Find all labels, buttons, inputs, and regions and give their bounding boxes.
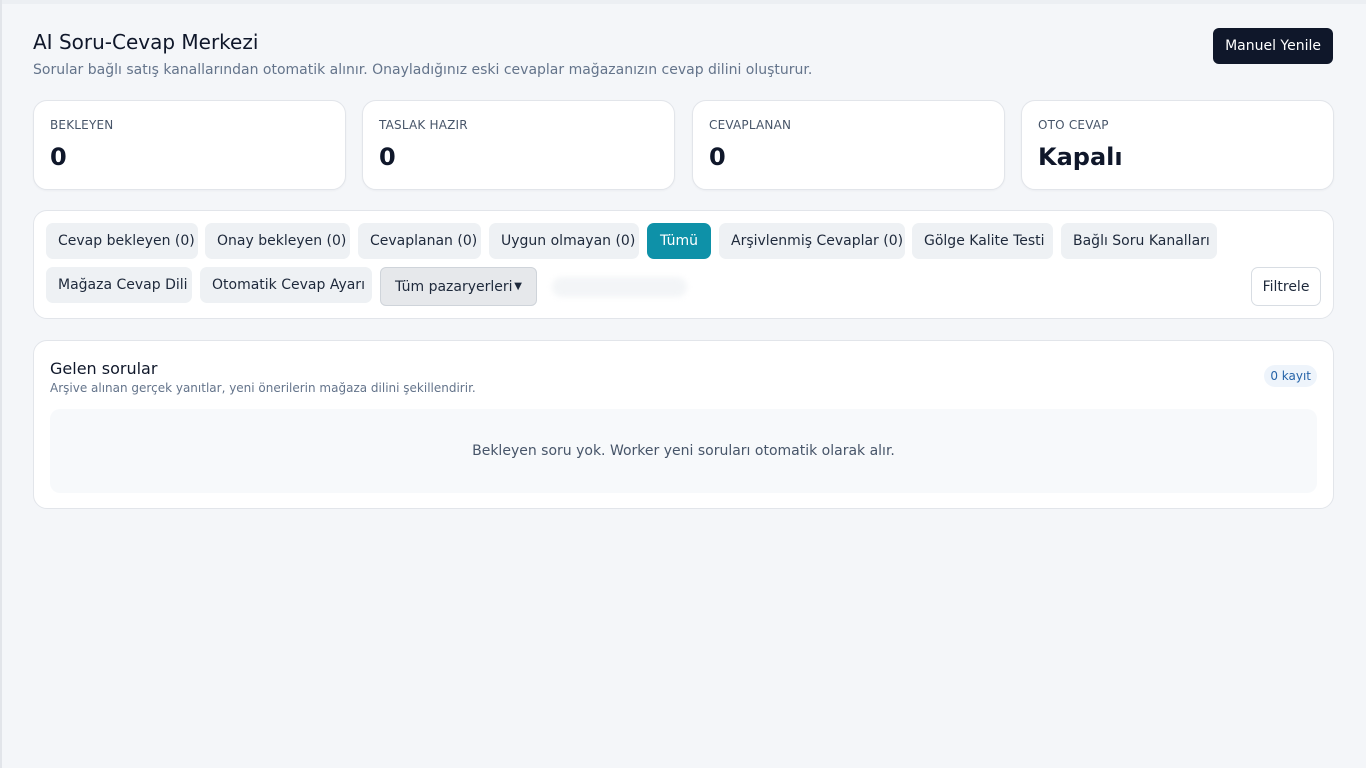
stat-value: 0 xyxy=(50,143,67,171)
page-subtitle: Sorular bağlı satış kanallarından otomat… xyxy=(33,62,813,78)
tab-auto-answer-setting[interactable]: Otomatik Cevap Ayarı xyxy=(200,267,372,303)
incoming-questions-panel: Gelen sorular Arşive alınan gerçek yanıt… xyxy=(33,340,1334,509)
record-count-badge: 0 kayıt xyxy=(1264,365,1317,387)
filter-button[interactable]: Filtrele xyxy=(1251,267,1321,306)
stat-card-answered: CEVAPLANAN 0 xyxy=(692,100,1005,190)
page-title: AI Soru-Cevap Merkezi xyxy=(33,30,259,54)
empty-state: Bekleyen soru yok. Worker yeni soruları … xyxy=(50,409,1317,493)
tab-archived-answers[interactable]: Arşivlenmiş Cevaplar (0) xyxy=(719,223,905,259)
tab-connected-channels[interactable]: Bağlı Soru Kanalları xyxy=(1061,223,1217,259)
stats-row: BEKLEYEN 0 TASLAK HAZIR 0 CEVAPLANAN 0 O… xyxy=(33,100,1334,190)
top-edge xyxy=(0,0,1366,4)
stat-value: Kapalı xyxy=(1038,143,1123,171)
page-header: AI Soru-Cevap Merkezi Sorular bağlı satı… xyxy=(33,28,1333,78)
tab-awaiting-approval[interactable]: Onay bekleyen (0) xyxy=(205,223,350,259)
manual-refresh-button[interactable]: Manuel Yenile xyxy=(1213,28,1333,64)
panel-subtitle: Arşive alınan gerçek yanıtlar, yeni öner… xyxy=(50,381,476,395)
marketplace-select-value: Tüm pazaryerleri xyxy=(395,278,513,295)
left-edge xyxy=(0,0,2,768)
tab-answered[interactable]: Cevaplanan (0) xyxy=(358,223,481,259)
stat-card-draft-ready: TASLAK HAZIR 0 xyxy=(362,100,675,190)
search-input-blurred[interactable] xyxy=(552,277,687,297)
tab-all[interactable]: Tümü xyxy=(647,223,711,259)
panel-title: Gelen sorular xyxy=(50,359,158,378)
chevron-down-icon: ▼ xyxy=(514,281,522,292)
tab-shadow-quality-test[interactable]: Gölge Kalite Testi xyxy=(912,223,1053,259)
empty-state-message: Bekleyen soru yok. Worker yeni soruları … xyxy=(472,443,895,459)
stat-value: 0 xyxy=(709,143,726,171)
stat-card-pending: BEKLEYEN 0 xyxy=(33,100,346,190)
filter-panel: Cevap bekleyen (0) Onay bekleyen (0) Cev… xyxy=(33,210,1334,319)
stat-card-auto-answer: OTO CEVAP Kapalı xyxy=(1021,100,1334,190)
stat-label: BEKLEYEN xyxy=(50,118,114,132)
tab-awaiting-answer[interactable]: Cevap bekleyen (0) xyxy=(46,223,198,259)
stat-value: 0 xyxy=(379,143,396,171)
stat-label: OTO CEVAP xyxy=(1038,118,1109,132)
stat-label: TASLAK HAZIR xyxy=(379,118,468,132)
tab-not-suitable[interactable]: Uygun olmayan (0) xyxy=(489,223,639,259)
stat-label: CEVAPLANAN xyxy=(709,118,792,132)
marketplace-select[interactable]: Tüm pazaryerleri ▼ xyxy=(380,267,537,306)
tab-store-answer-language[interactable]: Mağaza Cevap Dili xyxy=(46,267,192,303)
